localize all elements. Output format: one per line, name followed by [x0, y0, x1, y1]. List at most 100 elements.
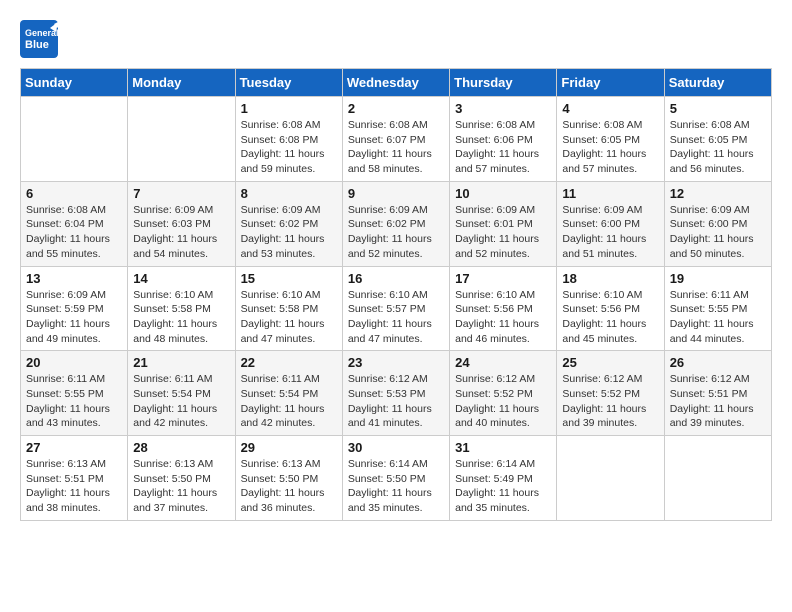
- day-cell: 24 Sunrise: 6:12 AM Sunset: 5:52 PM Dayli…: [450, 351, 557, 436]
- col-header-monday: Monday: [128, 69, 235, 97]
- day-number: 22: [241, 355, 337, 370]
- day-info: Sunrise: 6:12 AM Sunset: 5:51 PM Dayligh…: [670, 372, 766, 431]
- col-header-tuesday: Tuesday: [235, 69, 342, 97]
- day-info: Sunrise: 6:10 AM Sunset: 5:58 PM Dayligh…: [241, 288, 337, 347]
- day-info: Sunrise: 6:09 AM Sunset: 6:02 PM Dayligh…: [348, 203, 444, 262]
- day-cell: 28 Sunrise: 6:13 AM Sunset: 5:50 PM Dayli…: [128, 436, 235, 521]
- day-info: Sunrise: 6:14 AM Sunset: 5:50 PM Dayligh…: [348, 457, 444, 516]
- day-number: 16: [348, 271, 444, 286]
- day-info: Sunrise: 6:10 AM Sunset: 5:56 PM Dayligh…: [455, 288, 551, 347]
- day-cell: 2 Sunrise: 6:08 AM Sunset: 6:07 PM Daylig…: [342, 97, 449, 182]
- day-info: Sunrise: 6:12 AM Sunset: 5:52 PM Dayligh…: [562, 372, 658, 431]
- day-info: Sunrise: 6:11 AM Sunset: 5:54 PM Dayligh…: [241, 372, 337, 431]
- day-cell: 23 Sunrise: 6:12 AM Sunset: 5:53 PM Dayli…: [342, 351, 449, 436]
- day-number: 15: [241, 271, 337, 286]
- day-cell: 16 Sunrise: 6:10 AM Sunset: 5:57 PM Dayli…: [342, 266, 449, 351]
- day-cell: 18Sunrise: 6:10 AM Sunset: 5:56 PM Dayli…: [557, 266, 664, 351]
- day-cell: [21, 97, 128, 182]
- day-number: 28: [133, 440, 229, 455]
- day-info: Sunrise: 6:08 AM Sunset: 6:04 PM Dayligh…: [26, 203, 122, 262]
- day-number: 20: [26, 355, 122, 370]
- day-info: Sunrise: 6:12 AM Sunset: 5:53 PM Dayligh…: [348, 372, 444, 431]
- header-row: SundayMondayTuesdayWednesdayThursdayFrid…: [21, 69, 772, 97]
- day-number: 3: [455, 101, 551, 116]
- day-cell: 20 Sunrise: 6:11 AM Sunset: 5:55 PM Dayli…: [21, 351, 128, 436]
- day-cell: [664, 436, 771, 521]
- day-number: 2: [348, 101, 444, 116]
- logo: General Blue: [20, 20, 62, 58]
- day-number: 21: [133, 355, 229, 370]
- day-info: Sunrise: 6:11 AM Sunset: 5:54 PM Dayligh…: [133, 372, 229, 431]
- col-header-friday: Friday: [557, 69, 664, 97]
- col-header-thursday: Thursday: [450, 69, 557, 97]
- day-number: 31: [455, 440, 551, 455]
- day-number: 23: [348, 355, 444, 370]
- day-number: 11: [562, 186, 658, 201]
- day-info: Sunrise: 6:08 AM Sunset: 6:08 PM Dayligh…: [241, 118, 337, 177]
- day-cell: 15 Sunrise: 6:10 AM Sunset: 5:58 PM Dayli…: [235, 266, 342, 351]
- day-info: Sunrise: 6:11 AM Sunset: 5:55 PM Dayligh…: [670, 288, 766, 347]
- day-cell: 8 Sunrise: 6:09 AM Sunset: 6:02 PM Daylig…: [235, 181, 342, 266]
- day-info: Sunrise: 6:08 AM Sunset: 6:05 PM Dayligh…: [670, 118, 766, 177]
- day-info: Sunrise: 6:10 AM Sunset: 5:57 PM Dayligh…: [348, 288, 444, 347]
- week-row-3: 20 Sunrise: 6:11 AM Sunset: 5:55 PM Dayli…: [21, 351, 772, 436]
- day-number: 6: [26, 186, 122, 201]
- week-row-2: 13 Sunrise: 6:09 AM Sunset: 5:59 PM Dayli…: [21, 266, 772, 351]
- day-cell: 7 Sunrise: 6:09 AM Sunset: 6:03 PM Daylig…: [128, 181, 235, 266]
- day-cell: 30 Sunrise: 6:14 AM Sunset: 5:50 PM Dayli…: [342, 436, 449, 521]
- day-cell: 21 Sunrise: 6:11 AM Sunset: 5:54 PM Dayli…: [128, 351, 235, 436]
- day-number: 14: [133, 271, 229, 286]
- day-cell: 22 Sunrise: 6:11 AM Sunset: 5:54 PM Dayli…: [235, 351, 342, 436]
- week-row-1: 6 Sunrise: 6:08 AM Sunset: 6:04 PM Daylig…: [21, 181, 772, 266]
- day-cell: 12 Sunrise: 6:09 AM Sunset: 6:00 PM Dayli…: [664, 181, 771, 266]
- day-info: Sunrise: 6:14 AM Sunset: 5:49 PM Dayligh…: [455, 457, 551, 516]
- day-info: Sunrise: 6:12 AM Sunset: 5:52 PM Dayligh…: [455, 372, 551, 431]
- day-info: Sunrise: 6:09 AM Sunset: 6:02 PM Dayligh…: [241, 203, 337, 262]
- day-cell: 6 Sunrise: 6:08 AM Sunset: 6:04 PM Daylig…: [21, 181, 128, 266]
- col-header-saturday: Saturday: [664, 69, 771, 97]
- col-header-wednesday: Wednesday: [342, 69, 449, 97]
- day-cell: 5 Sunrise: 6:08 AM Sunset: 6:05 PM Daylig…: [664, 97, 771, 182]
- calendar-table: SundayMondayTuesdayWednesdayThursdayFrid…: [20, 68, 772, 521]
- day-info: Sunrise: 6:09 AM Sunset: 5:59 PM Dayligh…: [26, 288, 122, 347]
- day-cell: 3 Sunrise: 6:08 AM Sunset: 6:06 PM Daylig…: [450, 97, 557, 182]
- day-number: 18: [562, 271, 658, 286]
- page-header: General Blue: [20, 20, 772, 58]
- day-cell: 4Sunrise: 6:08 AM Sunset: 6:05 PM Daylig…: [557, 97, 664, 182]
- day-cell: 31 Sunrise: 6:14 AM Sunset: 5:49 PM Dayli…: [450, 436, 557, 521]
- day-info: Sunrise: 6:09 AM Sunset: 6:00 PM Dayligh…: [562, 203, 658, 262]
- day-number: 26: [670, 355, 766, 370]
- col-header-sunday: Sunday: [21, 69, 128, 97]
- day-info: Sunrise: 6:13 AM Sunset: 5:51 PM Dayligh…: [26, 457, 122, 516]
- day-number: 12: [670, 186, 766, 201]
- day-info: Sunrise: 6:10 AM Sunset: 5:58 PM Dayligh…: [133, 288, 229, 347]
- day-cell: [128, 97, 235, 182]
- day-cell: 9 Sunrise: 6:09 AM Sunset: 6:02 PM Daylig…: [342, 181, 449, 266]
- day-cell: 25 Sunrise: 6:12 AM Sunset: 5:52 PM Dayli…: [557, 351, 664, 436]
- day-cell: 11 Sunrise: 6:09 AM Sunset: 6:00 PM Dayli…: [557, 181, 664, 266]
- day-number: 5: [670, 101, 766, 116]
- day-info: Sunrise: 6:08 AM Sunset: 6:06 PM Dayligh…: [455, 118, 551, 177]
- day-number: 30: [348, 440, 444, 455]
- day-info: Sunrise: 6:13 AM Sunset: 5:50 PM Dayligh…: [133, 457, 229, 516]
- day-number: 25: [562, 355, 658, 370]
- day-cell: 29Sunrise: 6:13 AM Sunset: 5:50 PM Dayli…: [235, 436, 342, 521]
- day-info: Sunrise: 6:09 AM Sunset: 6:00 PM Dayligh…: [670, 203, 766, 262]
- day-info: Sunrise: 6:08 AM Sunset: 6:05 PM Dayligh…: [562, 118, 658, 177]
- day-number: 10: [455, 186, 551, 201]
- day-cell: 13 Sunrise: 6:09 AM Sunset: 5:59 PM Dayli…: [21, 266, 128, 351]
- day-number: 9: [348, 186, 444, 201]
- day-cell: 10 Sunrise: 6:09 AM Sunset: 6:01 PM Dayli…: [450, 181, 557, 266]
- day-info: Sunrise: 6:09 AM Sunset: 6:01 PM Dayligh…: [455, 203, 551, 262]
- day-number: 8: [241, 186, 337, 201]
- svg-text:Blue: Blue: [25, 39, 49, 51]
- day-info: Sunrise: 6:08 AM Sunset: 6:07 PM Dayligh…: [348, 118, 444, 177]
- day-info: Sunrise: 6:09 AM Sunset: 6:03 PM Dayligh…: [133, 203, 229, 262]
- day-number: 13: [26, 271, 122, 286]
- day-info: Sunrise: 6:11 AM Sunset: 5:55 PM Dayligh…: [26, 372, 122, 431]
- day-number: 7: [133, 186, 229, 201]
- day-number: 24: [455, 355, 551, 370]
- day-cell: 26 Sunrise: 6:12 AM Sunset: 5:51 PM Dayli…: [664, 351, 771, 436]
- week-row-4: 27Sunrise: 6:13 AM Sunset: 5:51 PM Dayli…: [21, 436, 772, 521]
- day-cell: 1Sunrise: 6:08 AM Sunset: 6:08 PM Daylig…: [235, 97, 342, 182]
